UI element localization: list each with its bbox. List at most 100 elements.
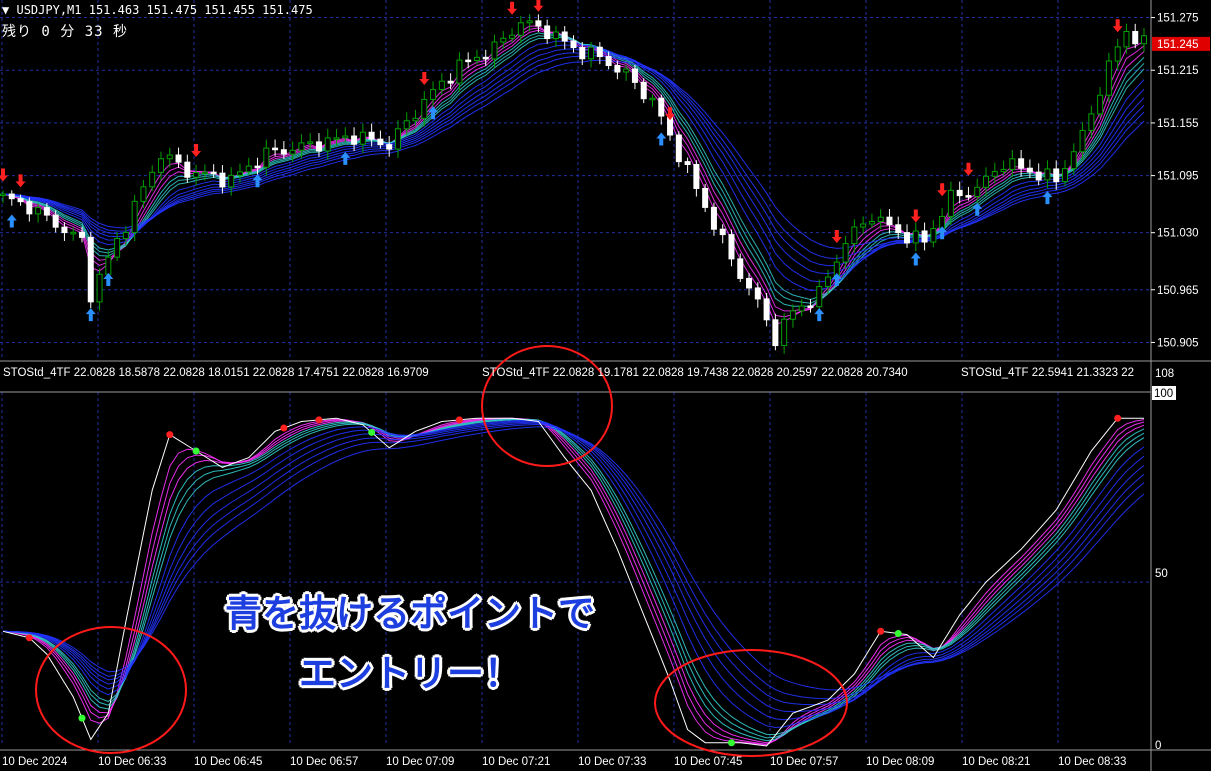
candle-body: [210, 171, 217, 175]
price-tick-label: 151.275: [1157, 13, 1199, 25]
down-arrow-icon: [191, 143, 202, 157]
sto-tick-label: 100: [1154, 388, 1173, 400]
indicator-label-3: STOStd_4TF 22.5941 21.3323 22: [961, 367, 1135, 379]
candle-body: [0, 193, 6, 197]
candle-body: [149, 171, 156, 188]
time-tick-label: 10 Dec 08:09: [866, 756, 934, 768]
candle-body: [1132, 31, 1139, 45]
candle-body: [860, 223, 867, 228]
candle-body: [1026, 167, 1033, 173]
candle-body: [710, 206, 717, 230]
collapse-arrow-icon[interactable]: ▼: [2, 3, 9, 17]
candle-body: [570, 40, 577, 49]
candle-body: [105, 256, 112, 275]
callout-line-2: エントリー！: [299, 652, 521, 695]
candle-body: [842, 243, 849, 263]
callout-line-1: 青を抜けるポイントで: [225, 592, 595, 635]
down-arrow-icon: [15, 174, 26, 188]
candle-body: [702, 187, 709, 208]
candle-body: [754, 287, 761, 300]
up-arrow-icon: [814, 308, 825, 322]
ribbon-line-main: [2, 36, 1145, 301]
current-price-label: 151.245: [1157, 39, 1199, 51]
candle-body: [26, 201, 33, 215]
candles: [0, 14, 1147, 354]
ribbon-line-main: [2, 40, 1145, 292]
candle-body: [403, 120, 410, 130]
candle-body: [351, 135, 358, 145]
candle-body: [561, 31, 568, 42]
candle-body: [456, 59, 463, 84]
candle-body: [228, 174, 235, 188]
candle-body: [61, 226, 68, 234]
candle-body: [140, 186, 147, 202]
candle-body: [175, 154, 182, 163]
ribbon-line-main: [2, 32, 1145, 307]
candle-body: [789, 310, 796, 320]
time-tick-label: 10 Dec 08:33: [1058, 756, 1126, 768]
candle-body: [263, 147, 270, 168]
candle-body: [421, 98, 428, 119]
candle-body: [956, 189, 963, 197]
candle-body: [43, 207, 50, 216]
candle-body: [640, 81, 647, 100]
down-arrow-icon: [831, 230, 842, 244]
candle-body: [1070, 151, 1077, 170]
candle-body: [78, 231, 85, 238]
up-arrow-icon: [6, 214, 17, 228]
candle-body: [377, 138, 384, 146]
down-arrow-icon: [533, 0, 544, 12]
candle-body: [737, 258, 744, 279]
candle-body: [509, 34, 516, 39]
signal-dot: [455, 416, 463, 424]
candle-body: [184, 161, 191, 178]
signal-dot: [368, 428, 376, 436]
candle-body: [298, 142, 305, 151]
candle-body: [921, 230, 928, 243]
signal-dot: [280, 424, 288, 432]
ribbon-line-main: [2, 55, 1145, 260]
price-tick-label: 150.905: [1157, 337, 1199, 349]
candle-body: [807, 305, 814, 308]
candle-body: [1088, 113, 1095, 131]
ribbon-line-main: [2, 48, 1145, 275]
signal-dot: [894, 629, 902, 637]
candle-body: [781, 318, 788, 347]
price-tick-label: 151.155: [1157, 118, 1199, 130]
candle-body: [816, 286, 823, 308]
candle-countdown: 残り 0 分 33 秒: [2, 24, 129, 40]
candle-body: [1000, 168, 1007, 173]
candle-body: [947, 189, 954, 217]
candle-body: [728, 234, 735, 260]
candle-body: [315, 141, 322, 152]
candle-body: [473, 56, 480, 61]
signal-dot: [192, 447, 200, 455]
candle-body: [544, 25, 551, 40]
signal-dot: [25, 634, 33, 642]
down-arrow-icon: [419, 71, 430, 85]
time-tick-label: 10 Dec 07:45: [674, 756, 742, 768]
candle-body: [746, 277, 753, 289]
time-tick-label: 10 Dec 06:45: [194, 756, 262, 768]
candle-body: [605, 56, 612, 67]
candle-body: [1053, 168, 1060, 183]
candle-body: [825, 276, 832, 288]
candle-body: [500, 37, 507, 43]
candle-body: [491, 41, 498, 60]
candle-body: [1018, 158, 1025, 169]
candle-body: [983, 175, 990, 188]
signal-dot: [315, 416, 323, 424]
candle-body: [623, 68, 630, 73]
candle-body: [930, 227, 937, 243]
candle-body: [219, 172, 226, 188]
down-arrow-icon: [0, 168, 8, 182]
time-tick-label: 10 Dec 08:21: [962, 756, 1030, 768]
signal-dot: [1114, 414, 1122, 422]
candle-body: [70, 231, 77, 235]
down-arrow-icon: [1112, 19, 1123, 33]
candle-body: [886, 216, 893, 226]
candle-body: [157, 158, 164, 173]
candle-body: [430, 89, 437, 100]
sto-tick-label: 108: [1155, 368, 1174, 380]
up-arrow-icon: [85, 308, 96, 322]
